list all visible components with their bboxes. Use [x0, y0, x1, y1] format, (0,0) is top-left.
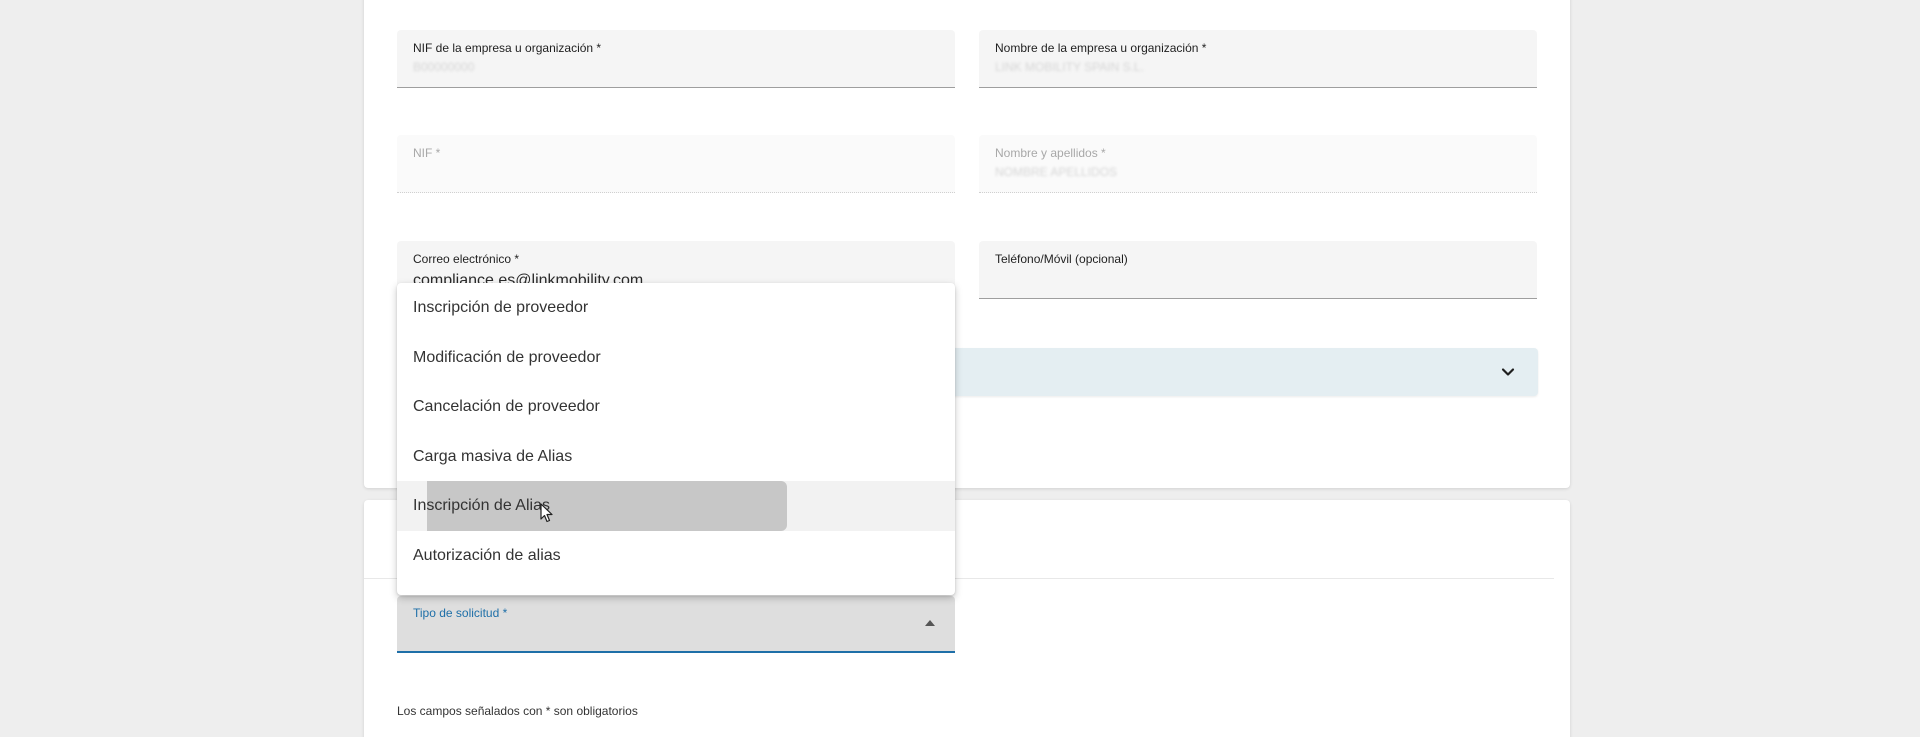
option-inscripcion-alias[interactable]: Inscripción de Alias [397, 481, 955, 531]
page: NIF de la empresa u organización * B0000… [0, 0, 1920, 737]
full-name-label: Nombre y apellidos * [995, 146, 1106, 160]
email-label: Correo electrónico * [413, 252, 520, 266]
company-name-field[interactable]: Nombre de la empresa u organización * LI… [979, 30, 1537, 88]
nif-field: NIF * [397, 135, 955, 193]
phone-field[interactable]: Teléfono/Móvil (opcional) [979, 241, 1537, 299]
request-type-label: Tipo de solicitud * [413, 606, 508, 620]
nif-label: NIF * [413, 146, 441, 160]
option-autorizacion-alias[interactable]: Autorización de alias [397, 531, 955, 581]
mouse-cursor-icon [540, 503, 553, 523]
option-inscripcion-proveedor[interactable]: Inscripción de proveedor [397, 283, 955, 333]
arrow-drop-up-icon [925, 620, 935, 626]
option-carga-masiva-alias[interactable]: Carga masiva de Alias [397, 432, 955, 482]
request-type-dropdown[interactable]: Inscripción de proveedor Modificación de… [397, 283, 955, 595]
full-name-value: NOMBRE APELLIDOS [995, 165, 1118, 179]
chevron-down-icon [1501, 368, 1515, 376]
option-cancelacion-proveedor[interactable]: Cancelación de proveedor [397, 382, 955, 432]
company-nif-field[interactable]: NIF de la empresa u organización * B0000… [397, 30, 955, 88]
phone-label: Teléfono/Móvil (opcional) [995, 252, 1128, 266]
company-nif-value: B00000000 [413, 60, 475, 74]
required-fields-note: Los campos señalados con * son obligator… [397, 704, 638, 718]
option-modificacion-proveedor[interactable]: Modificación de proveedor [397, 333, 955, 383]
full-name-field: Nombre y apellidos * NOMBRE APELLIDOS [979, 135, 1537, 193]
company-nif-label: NIF de la empresa u organización * [413, 41, 602, 55]
company-name-value: LINK MOBILITY SPAIN S.L. [995, 60, 1144, 74]
email-value: compliance.es@linkmobility.com [413, 272, 644, 283]
company-name-label: Nombre de la empresa u organización * [995, 41, 1207, 55]
request-type-select[interactable]: Tipo de solicitud * [397, 596, 955, 653]
